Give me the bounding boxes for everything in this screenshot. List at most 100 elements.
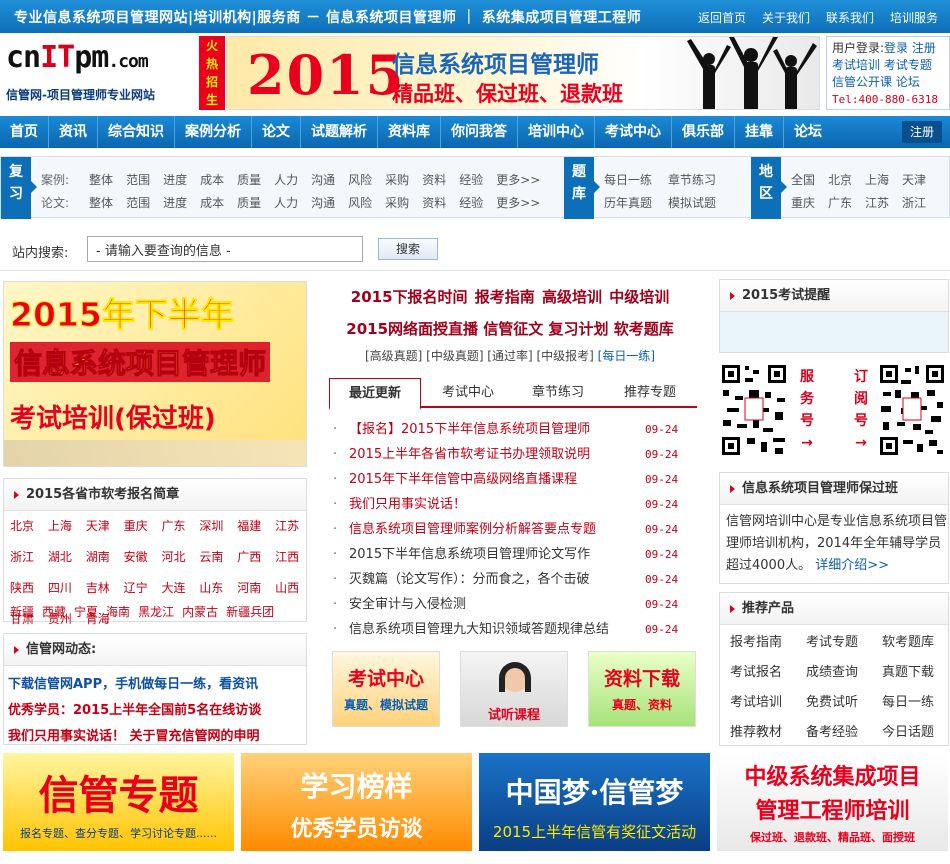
hot-links-row-1[interactable]: 2015下报名时间 报考指南 高级培训 中级培训	[330, 286, 690, 307]
province-link[interactable]: 浙江	[10, 548, 41, 565]
paper-topic[interactable]: 质量	[237, 194, 261, 211]
province-link[interactable]: 新疆	[10, 605, 34, 619]
daily-practice-link-2[interactable]: [每日一练]	[598, 349, 655, 363]
province-link[interactable]: 陕西	[10, 579, 41, 596]
product-link[interactable]: 免费试听	[806, 691, 882, 710]
list-item[interactable]: · 安全审计与入侵检测 09-24	[331, 592, 681, 617]
past-exams-link[interactable]: 历年真题	[604, 194, 652, 211]
product-link[interactable]: 今日话题	[882, 721, 950, 740]
province-link[interactable]: 吉林	[86, 579, 117, 596]
exam-training-link[interactable]: 考试培训	[832, 58, 880, 72]
case-topic[interactable]: 采购	[385, 171, 409, 188]
case-topic[interactable]: 人力	[274, 171, 298, 188]
province-link[interactable]: 大连	[162, 579, 193, 596]
list-item[interactable]: · 2015年下半年信管中高级网络直播课程 09-24	[331, 467, 681, 492]
case-topic[interactable]: 经验	[459, 171, 483, 188]
paper-topic[interactable]: 整体	[89, 194, 113, 211]
paper-topic[interactable]: 经验	[459, 194, 483, 211]
list-item[interactable]: · 我们只用事实说话！ 09-24	[331, 492, 681, 517]
product-link[interactable]: 推荐教材	[730, 721, 806, 740]
china-dream-banner[interactable]: 中国梦·信管梦 2015上半年信管有奖征文活动	[479, 753, 710, 851]
nav-forum[interactable]: 论坛	[784, 116, 832, 148]
hot-links-row-2[interactable]: 2015网络面授直播 信管征文 复习计划 软考题库	[330, 318, 690, 339]
province-link[interactable]: 福建	[237, 517, 268, 534]
province-link[interactable]: 黑龙江	[138, 605, 174, 619]
list-item[interactable]: · 灭魏篇（论文写作）：分而食之，各个击破 09-24	[331, 567, 681, 592]
forum-link[interactable]: 论坛	[896, 75, 920, 89]
trial-course-tile[interactable]: 试听课程	[460, 651, 568, 727]
province-link[interactable]: 辽宁	[124, 579, 155, 596]
nav-home[interactable]: 首页	[0, 116, 49, 148]
province-link[interactable]: 重庆	[124, 517, 155, 534]
integration-training-banner[interactable]: 中级系统集成项目 管理工程师培训 保过班、退款班、精品班、面授班	[717, 753, 948, 851]
mock-exams-link[interactable]: 模拟试题	[668, 194, 716, 211]
list-item[interactable]: · 【报名】2015下半年信息系统项目管理师 09-24	[331, 417, 681, 442]
case-topic[interactable]: 整体	[89, 171, 113, 188]
dynamics-news-item[interactable]: 下载信管网APP，手机做每日一练，看资讯	[8, 677, 258, 692]
details-link[interactable]: 详细介绍>>	[815, 558, 889, 573]
nav-exam[interactable]: 考试中心	[595, 116, 672, 148]
province-link[interactable]: 湖南	[86, 548, 117, 565]
search-button[interactable]: 搜索	[378, 238, 438, 260]
xinguan-topic-banner[interactable]: 信管专题 报名专题、查分专题、学习讨论专题......	[3, 753, 234, 851]
product-link[interactable]: 成绩查询	[806, 661, 882, 680]
product-link[interactable]: 软考题库	[882, 631, 950, 650]
product-link[interactable]: 每日一练	[882, 691, 950, 710]
province-link[interactable]: 深圳	[199, 517, 230, 534]
dynamics-news-item[interactable]: 我们只用事实说话！ 关于冒充信管网的申明	[8, 729, 260, 744]
case-topic[interactable]: 风险	[348, 171, 372, 188]
product-link[interactable]: 考试报名	[730, 661, 806, 680]
nav-knowledge[interactable]: 综合知识	[98, 116, 175, 148]
paper-more[interactable]: 更多>>	[496, 194, 540, 211]
province-link[interactable]: 山西	[275, 579, 306, 596]
paper-topic[interactable]: 沟通	[311, 194, 335, 211]
open-class-link[interactable]: 信管公开课	[832, 75, 892, 89]
daily-practice-link[interactable]: 每日一练	[604, 171, 652, 188]
link-contact[interactable]: 联系我们	[826, 9, 874, 26]
region-link[interactable]: 天津	[902, 171, 926, 188]
dynamics-news-item[interactable]: 优秀学员：2015上半年全国前5名在线访谈	[8, 703, 261, 718]
province-link[interactable]: 广西	[237, 548, 268, 565]
region-link[interactable]: 上海	[865, 171, 889, 188]
province-link[interactable]: 河北	[162, 548, 193, 565]
nav-training[interactable]: 培训中心	[518, 116, 595, 148]
register-link[interactable]: 注册	[912, 41, 936, 55]
province-link[interactable]: 宁夏	[74, 605, 98, 619]
product-link[interactable]: 真题下载	[882, 661, 950, 680]
search-input[interactable]	[87, 236, 363, 262]
region-link[interactable]: 江苏	[865, 194, 889, 211]
training-promo-banner[interactable]: 2015年下半年 信息系统项目管理师 考试培训(保过班)	[3, 281, 307, 467]
case-topic[interactable]: 质量	[237, 171, 261, 188]
region-link[interactable]: 浙江	[902, 194, 926, 211]
province-link[interactable]: 北京	[10, 517, 41, 534]
case-topic[interactable]: 沟通	[311, 171, 335, 188]
paper-topic[interactable]: 人力	[274, 194, 298, 211]
region-link[interactable]: 北京	[828, 171, 852, 188]
tab-chapter-practice[interactable]: 章节练习	[515, 378, 601, 408]
province-link[interactable]: 上海	[48, 517, 79, 534]
list-item[interactable]: · 信息系统项目管理师案例分析解答要点专题 09-24	[331, 517, 681, 542]
nav-register-button[interactable]: 注册	[902, 121, 942, 143]
site-logo[interactable]: cnITpm.com 信管网-项目管理师专业网站	[6, 40, 196, 106]
paper-topic[interactable]: 范围	[126, 194, 150, 211]
product-link[interactable]: 考试专题	[806, 631, 882, 650]
province-link[interactable]: 四川	[48, 579, 79, 596]
region-link[interactable]: 全国	[791, 171, 815, 188]
exam-topic-link[interactable]: 考试专题	[884, 58, 932, 72]
link-training[interactable]: 培训服务	[890, 9, 938, 26]
list-item[interactable]: · 2015下半年信息系统项目管理师论文写作 09-24	[331, 542, 681, 567]
nav-affiliate[interactable]: 挂靠	[735, 116, 784, 148]
case-topic[interactable]: 资料	[422, 171, 446, 188]
role-model-banner[interactable]: 学习榜样 优秀学员访谈	[241, 753, 472, 851]
link-home[interactable]: 返回首页	[698, 9, 746, 26]
paper-topic[interactable]: 采购	[385, 194, 409, 211]
province-link[interactable]: 内蒙古	[182, 605, 218, 619]
province-link[interactable]: 云南	[199, 548, 230, 565]
tab-recent[interactable]: 最近更新	[329, 378, 421, 410]
product-link[interactable]: 考试培训	[730, 691, 806, 710]
tab-exam-center[interactable]: 考试中心	[425, 378, 511, 408]
case-topic[interactable]: 成本	[200, 171, 224, 188]
chapter-practice-link[interactable]: 章节练习	[668, 171, 716, 188]
province-link[interactable]: 广东	[162, 517, 193, 534]
nav-qa[interactable]: 你问我答	[441, 116, 518, 148]
